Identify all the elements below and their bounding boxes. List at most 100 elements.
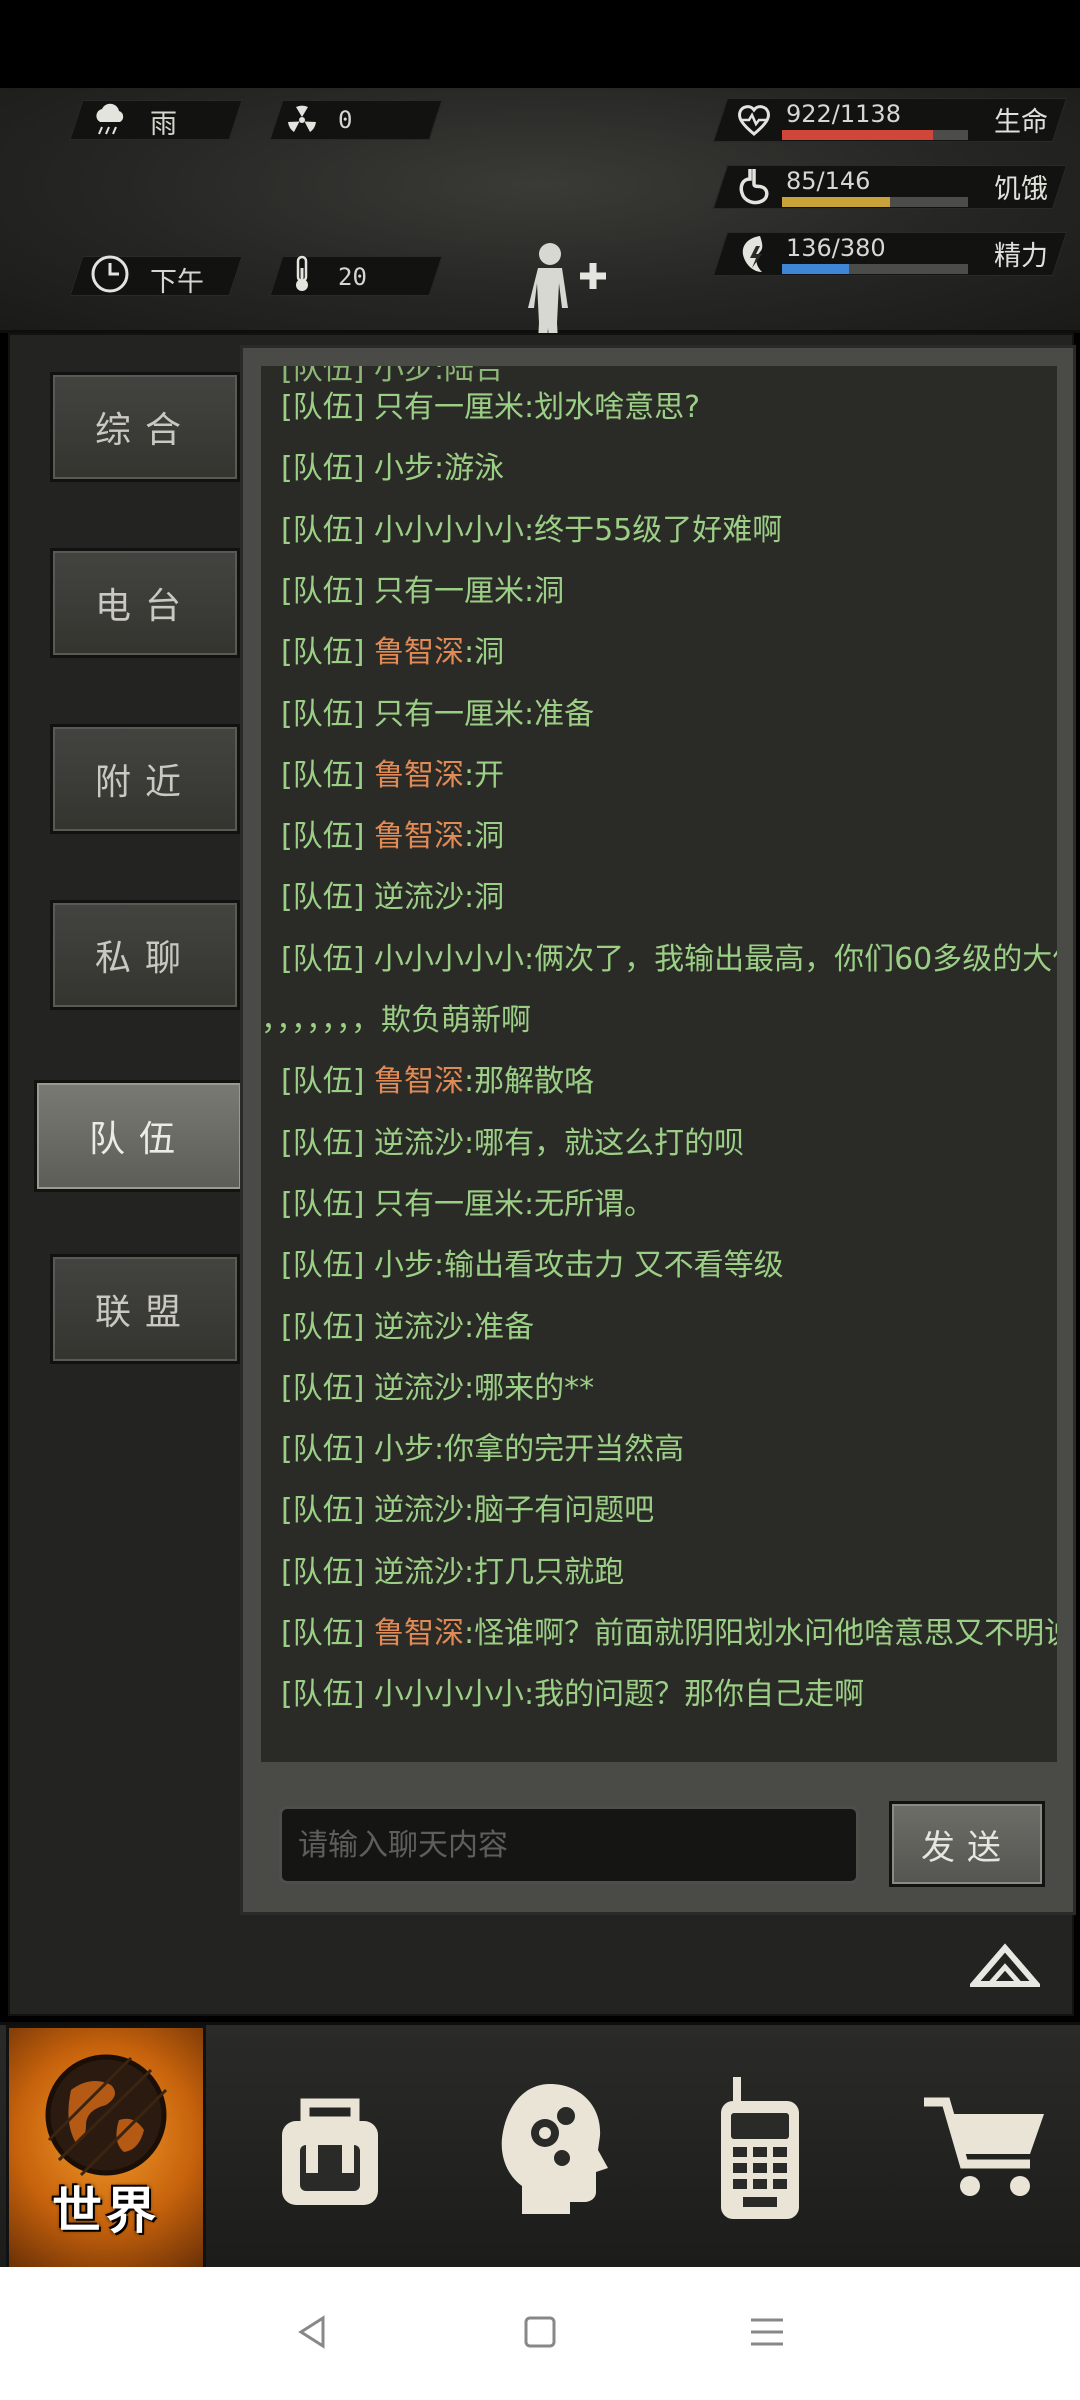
- home-icon[interactable]: [520, 2312, 560, 2356]
- chat-channel: [队伍]: [281, 573, 365, 609]
- chat-sender[interactable]: 逆流沙: [374, 1310, 464, 1345]
- chat-channel: [队伍]: [281, 635, 365, 671]
- vital-bar-fill: [782, 197, 890, 207]
- collapse-up-icon[interactable]: [967, 1940, 1043, 1990]
- backpack-icon: [282, 2098, 378, 2205]
- chat-line: [队伍] 逆流沙:打几只就跑: [281, 1547, 1049, 1599]
- chat-sender[interactable]: 只有一厘米: [374, 390, 524, 425]
- chat-line: [队伍] 小小小小小:俩次了，我输出最高，你们60多级的大佬: [281, 934, 1057, 986]
- tab-3[interactable]: 私聊: [50, 900, 240, 1010]
- chat-line: [队伍] 逆流沙:准备: [281, 1302, 1049, 1354]
- chat-log[interactable]: [队伍] 小步:陆合 [队伍] 只有一厘米:划水啥意思? [队伍] 小步:游泳 [队…: [261, 366, 1057, 1762]
- chat-message-text: :俩次了，我输出最高，你们60多级的大佬: [523, 941, 1057, 977]
- chat-sender[interactable]: 小步: [374, 1248, 434, 1283]
- nav-shop-button[interactable]: [900, 2025, 1070, 2270]
- send-button[interactable]: 发送: [889, 1801, 1045, 1887]
- chat-line: [队伍] 鲁智深:那解散咯: [281, 1056, 1049, 1108]
- chat-sender[interactable]: 逆流沙: [374, 1555, 464, 1590]
- tab-2[interactable]: 附近: [50, 724, 240, 834]
- chat-message-text: ，，，，，，，欺负萌新啊: [261, 1003, 531, 1038]
- chat-input[interactable]: [279, 1806, 859, 1884]
- chat-sender[interactable]: 逆流沙: [374, 880, 464, 915]
- system-nav-bar: [0, 2267, 1080, 2400]
- chat-channel: [队伍]: [281, 1064, 365, 1100]
- vital-label: 饥饿: [994, 174, 1048, 205]
- chat-line: [队伍] 只有一厘米:洞: [281, 566, 1049, 618]
- chat-line: [队伍] 小小小小小:终于55级了好难啊: [281, 505, 1049, 557]
- chat-sender[interactable]: 小步: [374, 451, 434, 486]
- chat-line: [队伍] 鲁智深:开: [281, 750, 1049, 802]
- chat-sender[interactable]: 小小小小小: [374, 942, 524, 977]
- vital-bar-fill: [782, 130, 933, 140]
- nav-skills-button[interactable]: [475, 2025, 635, 2270]
- vital-bar: [782, 264, 968, 274]
- chat-channel: [队伍]: [281, 1554, 365, 1590]
- chat-sender[interactable]: 只有一厘米: [374, 574, 524, 609]
- globe-icon: [45, 2054, 168, 2177]
- chat-channel: [队伍]: [281, 880, 365, 916]
- chat-channel: [队伍]: [281, 941, 365, 977]
- chat-line: [队伍] 小步:输出看攻击力 又不看等级: [281, 1240, 1049, 1292]
- chat-sender[interactable]: 逆流沙: [374, 1126, 464, 1161]
- back-icon[interactable]: [293, 2312, 333, 2356]
- nav-backpack-button[interactable]: [250, 2025, 410, 2270]
- chat-message-text: :游泳: [433, 451, 505, 487]
- chat-sender[interactable]: 鲁智深: [374, 1616, 464, 1651]
- chat-line: [队伍] 鲁智深:洞: [281, 627, 1049, 679]
- chat-message-text: :哪有，就这么打的呗: [463, 1125, 745, 1161]
- chat-channel: [队伍]: [281, 1186, 365, 1222]
- chat-message-text: :输出看攻击力 又不看等级: [433, 1248, 784, 1284]
- radio-phone-icon: [721, 2076, 799, 2219]
- tab-1[interactable]: 电台: [50, 548, 240, 658]
- chat-line: [队伍] 鲁智深:洞: [281, 811, 1049, 863]
- chat-channel: [队伍]: [281, 1370, 365, 1406]
- tab-0[interactable]: 综合: [50, 372, 240, 482]
- chat-sender[interactable]: 小小小小小: [374, 513, 524, 548]
- nav-radio-button[interactable]: [680, 2025, 840, 2270]
- chat-message-text: :洞: [463, 880, 505, 916]
- chat-channel: [队伍]: [281, 1493, 365, 1529]
- tab-4[interactable]: 队伍: [34, 1080, 244, 1192]
- chat-sender[interactable]: 小步: [374, 1432, 434, 1467]
- chat-message-text: :划水啥意思?: [523, 390, 700, 425]
- temperature-value: 20: [338, 263, 367, 291]
- chat-channel: [队伍]: [281, 1616, 365, 1651]
- vital-bar-fill: [782, 264, 849, 274]
- chat-message-text: :终于55级了好难啊: [523, 512, 783, 548]
- vital-value: 136/380: [786, 234, 886, 262]
- chat-sender[interactable]: 逆流沙: [374, 1493, 464, 1528]
- tab-5[interactable]: 联盟: [50, 1254, 240, 1364]
- chat-message-text: :洞: [463, 635, 505, 671]
- menu-icon[interactable]: [747, 2312, 787, 2356]
- chat-channel: [队伍]: [281, 1309, 365, 1345]
- nav-world-button[interactable]: 世界: [6, 2025, 206, 2270]
- chat-sender[interactable]: 鲁智深: [374, 635, 464, 670]
- chat-sender[interactable]: 鲁智深: [374, 758, 464, 793]
- chat-message-text: :我的问题？那你自己走啊: [523, 1677, 865, 1713]
- chat-channel: [队伍]: [281, 451, 365, 487]
- chat-line: [队伍] 逆流沙:哪来的**: [281, 1363, 1049, 1415]
- chat-channel: [队伍]: [281, 1677, 365, 1713]
- bottom-nav: 世界: [0, 2022, 1080, 2270]
- chat-message-text: :无所谓。: [523, 1186, 655, 1222]
- vital-value: 85/146: [786, 167, 871, 195]
- skills-head-icon: [501, 2083, 608, 2214]
- chat-channel: [队伍]: [281, 696, 365, 732]
- time-of-day-text: 下午: [150, 267, 204, 298]
- chat-channel: [队伍]: [281, 390, 365, 425]
- chat-line: [队伍] 小步:你拿的完开当然高: [281, 1424, 1049, 1476]
- chat-sender[interactable]: 小小小小小: [374, 1677, 524, 1712]
- chat-message-text: :准备: [463, 1309, 535, 1345]
- chat-sender[interactable]: 鲁智深: [374, 819, 464, 854]
- vital-value: 922/1138: [786, 100, 901, 128]
- chat-line: ，，，，，，，欺负萌新啊: [261, 995, 1049, 1047]
- rain-cloud-icon: [88, 98, 132, 142]
- chat-sender[interactable]: 逆流沙: [374, 1371, 464, 1406]
- chat-sender[interactable]: 只有一厘米: [374, 697, 524, 732]
- chat-channel: [队伍]: [281, 819, 365, 855]
- chat-sender[interactable]: 鲁智深: [374, 1064, 464, 1099]
- vital-label: 精力: [994, 241, 1048, 272]
- chat-channel: [队伍]: [281, 512, 365, 548]
- chat-sender[interactable]: 只有一厘米: [374, 1187, 524, 1222]
- shop-cart-icon: [924, 2097, 1044, 2196]
